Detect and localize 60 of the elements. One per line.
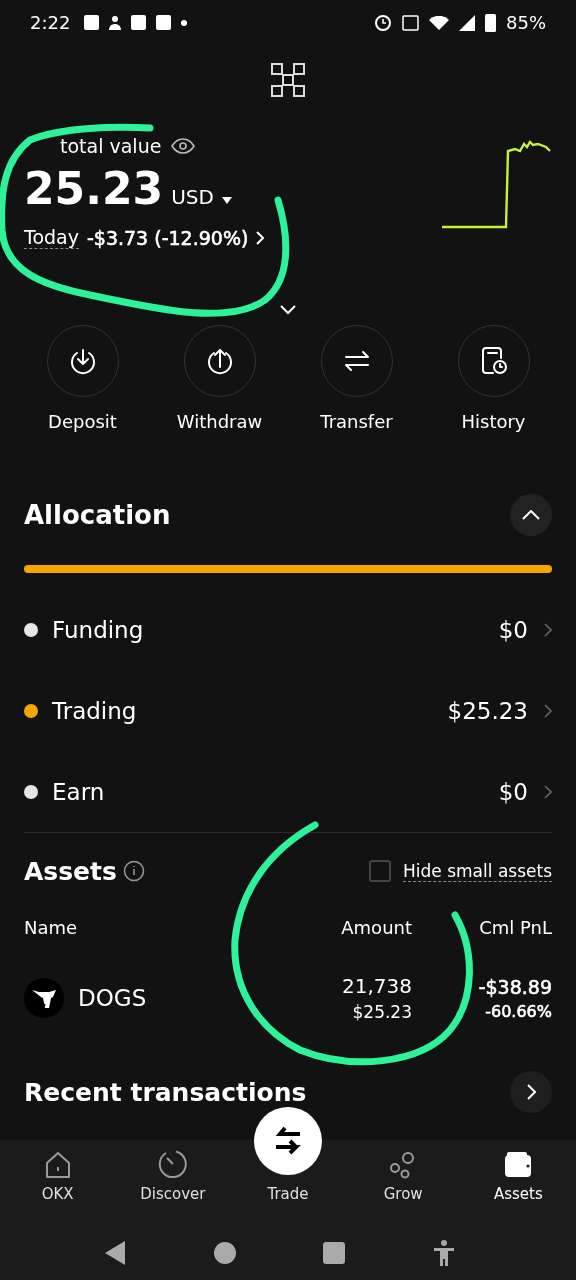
total-value-label: total value <box>60 135 162 157</box>
chevron-icon <box>522 510 540 520</box>
app-notification-icon <box>156 15 172 30</box>
assets-title: Assets <box>24 856 117 886</box>
nav-tab[interactable]: Trade <box>230 1107 346 1225</box>
caret-icon[interactable] <box>221 197 232 204</box>
action-button[interactable]: History <box>425 325 562 432</box>
app-notification-icon <box>131 15 147 30</box>
nav-tab[interactable]: Assets <box>460 1140 576 1225</box>
chevron-right-icon <box>526 1084 536 1100</box>
account-value: $0 <box>498 778 528 805</box>
action-button[interactable]: Deposit <box>14 325 151 432</box>
today-label[interactable]: Today <box>24 226 79 249</box>
chevron-down-icon[interactable] <box>280 305 296 315</box>
recents-icon[interactable] <box>322 1240 347 1265</box>
asset-amount: 21,738 <box>342 974 412 998</box>
info-icon[interactable] <box>122 860 145 882</box>
clock-time: 2:22 <box>30 12 71 33</box>
nav-tab[interactable]: Grow <box>345 1140 461 1225</box>
hide-small-assets-label[interactable]: Hide small assets <box>403 860 552 882</box>
account-value: $25.23 <box>447 697 528 724</box>
battery-icon <box>485 13 496 32</box>
dot-icon <box>181 19 188 26</box>
allocation-title: Allocation <box>24 500 171 530</box>
signal-icon <box>459 14 475 31</box>
asset-name: DOGS <box>78 985 147 1011</box>
pnl-percent: -60.66% <box>485 1001 552 1021</box>
pnl-value: -$38.89 <box>478 975 552 998</box>
column-header: Cml PnL <box>478 916 552 938</box>
account-value: $0 <box>498 616 528 643</box>
account-name: Earn <box>52 778 105 805</box>
nav-tab[interactable]: Discover <box>115 1140 231 1225</box>
nav-tab[interactable]: OKX <box>0 1140 116 1225</box>
collapse-button[interactable] <box>510 494 552 536</box>
column-header: Name <box>24 916 79 938</box>
total-value-amount: 25.23 <box>24 163 164 214</box>
currency-selector[interactable]: USD <box>171 185 214 209</box>
recent-transactions-title: Recent transactions <box>24 1077 307 1107</box>
dial-icon <box>157 1149 188 1179</box>
alarm-icon <box>374 13 392 32</box>
person-icon <box>109 15 122 30</box>
account-name: Trading <box>52 697 137 724</box>
home-circle-icon[interactable] <box>212 1240 237 1265</box>
logo-icon <box>271 63 305 97</box>
action-button[interactable]: Withdraw <box>151 325 288 432</box>
accessibility-icon[interactable] <box>433 1238 456 1267</box>
chevron-right-button[interactable] <box>510 1071 552 1113</box>
action-button[interactable]: Transfer <box>288 325 425 432</box>
home-icon <box>44 1151 71 1179</box>
app-notification-icon <box>84 15 100 30</box>
column-header: Amount <box>340 916 412 938</box>
wifi-icon <box>429 15 449 30</box>
account-name: Funding <box>52 616 144 643</box>
battery-percent: 85% <box>506 12 546 33</box>
today-change: -$3.73 (-12.90%) <box>86 226 249 249</box>
eye-icon[interactable] <box>171 138 196 154</box>
wallet-icon <box>503 1151 534 1179</box>
checkbox[interactable] <box>369 860 392 882</box>
volte-icon <box>402 14 419 31</box>
asset-value: $25.23 <box>352 1002 412 1022</box>
